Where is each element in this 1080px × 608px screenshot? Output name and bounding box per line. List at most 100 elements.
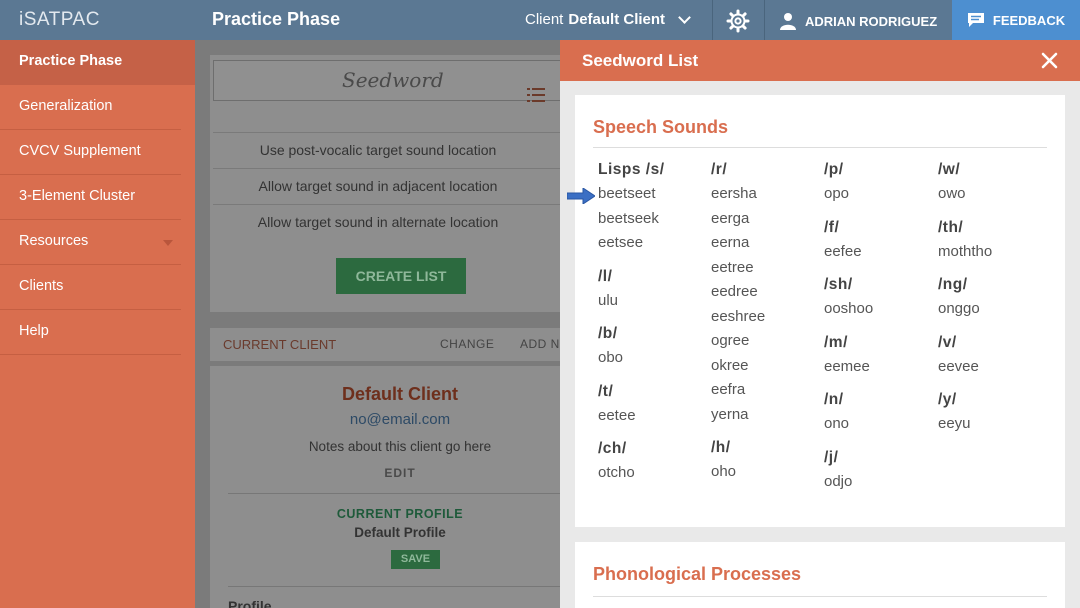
- sidebar: Practice Phase Generalization CVCV Suppl…: [0, 40, 195, 608]
- feedback-button[interactable]: FEEDBACK: [952, 0, 1080, 40]
- option-alternate-location[interactable]: Allow target sound in alternate location: [213, 204, 560, 240]
- page-title: Practice Phase: [212, 9, 341, 29]
- divider: [228, 586, 560, 587]
- sound-heading: /w/: [938, 161, 961, 178]
- seedword-link[interactable]: beetseet: [598, 185, 656, 202]
- client-name-label: Default Client: [568, 11, 666, 28]
- change-client-link[interactable]: CHANGE: [440, 337, 494, 351]
- sidebar-item-label: Practice Phase: [19, 53, 123, 69]
- option-post-vocalic[interactable]: Use post-vocalic target sound location: [213, 132, 560, 168]
- sidebar-item-label: CVCV Supplement: [19, 143, 141, 159]
- sidebar-item-clients[interactable]: Clients: [0, 265, 181, 310]
- sidebar-item-3-element-cluster[interactable]: 3-Element Cluster: [0, 175, 181, 220]
- profile-name: Default Profile: [354, 525, 446, 540]
- sound-heading: /v/: [938, 333, 957, 351]
- seedword-link[interactable]: eemee: [824, 358, 870, 375]
- seedword-link[interactable]: moththo: [938, 243, 992, 260]
- divider: [593, 596, 1047, 597]
- chat-icon: [967, 13, 984, 27]
- client-notes: Notes about this client go here: [308, 439, 492, 454]
- sound-heading: /j/: [824, 448, 839, 466]
- seedword-link[interactable]: ulu: [598, 292, 618, 309]
- client-selector[interactable]: Client Default Client: [525, 11, 691, 28]
- main-content-overlay: Seedword Use post-vocalic target sound l…: [195, 40, 560, 608]
- create-list-button[interactable]: CREATE LIST: [336, 258, 466, 294]
- user-name: ADRIAN RODRIGUEZ: [805, 13, 938, 29]
- profile-section-label: Profile: [228, 598, 272, 608]
- gear-icon[interactable]: [726, 9, 750, 33]
- divider: [228, 493, 560, 494]
- app-logo[interactable]: iSATPAC: [19, 9, 100, 31]
- sidebar-item-resources[interactable]: Resources: [0, 220, 181, 265]
- sidebar-item-label: Help: [19, 323, 49, 339]
- seedword-link[interactable]: eetree: [711, 259, 754, 276]
- seedword-link[interactable]: onggo: [938, 300, 980, 317]
- seedword-link[interactable]: eefra: [711, 381, 745, 398]
- seedword-link[interactable]: eerna: [711, 234, 749, 251]
- user-menu[interactable]: ADRIAN RODRIGUEZ: [779, 12, 937, 30]
- sound-heading: /p/: [824, 161, 844, 178]
- seedword-link[interactable]: okree: [711, 357, 749, 374]
- seedword-link[interactable]: oho: [711, 463, 736, 480]
- sound-heading: /th/: [938, 218, 964, 236]
- sidebar-item-label: Resources: [19, 233, 89, 249]
- speech-sounds-section: Speech Sounds Lisps /s/beetseet beetseek e…: [575, 95, 1065, 527]
- seedword-link[interactable]: eetsee: [598, 234, 643, 251]
- feedback-label: FEEDBACK: [992, 12, 1066, 28]
- seedword-link[interactable]: yerna: [711, 406, 749, 423]
- list-icon[interactable]: [527, 86, 545, 104]
- seedword-link[interactable]: odjo: [824, 473, 852, 490]
- sound-heading: /m/: [824, 333, 848, 351]
- save-profile-button[interactable]: SAVE: [391, 550, 440, 569]
- seedword-link[interactable]: eersha: [711, 185, 757, 202]
- current-client-label: CURRENT CLIENT: [223, 337, 337, 352]
- edit-client-button[interactable]: EDIT: [210, 466, 560, 480]
- sound-heading: /l/: [598, 267, 613, 285]
- client-card: Default Client no@email.com Notes about …: [210, 366, 560, 608]
- section-title: Phonological Processes: [593, 564, 802, 584]
- seedword-link[interactable]: owo: [938, 185, 966, 202]
- user-icon: [780, 13, 796, 30]
- phonological-processes-section: Phonological Processes: [575, 542, 1065, 608]
- seedword-link[interactable]: otcho: [598, 464, 635, 481]
- sound-heading: /t/: [598, 382, 614, 400]
- sidebar-item-label: 3-Element Cluster: [19, 188, 136, 204]
- close-icon[interactable]: [1041, 52, 1058, 69]
- sound-heading: /y/: [938, 391, 957, 408]
- seedword-link[interactable]: eeyu: [938, 415, 971, 432]
- seedword-link[interactable]: beetseek: [598, 210, 659, 227]
- seedword-link[interactable]: eerga: [711, 210, 749, 227]
- seedword-link[interactable]: ogree: [711, 332, 749, 349]
- caret-down-icon: [163, 240, 173, 246]
- seedword-link[interactable]: opo: [824, 185, 849, 202]
- seedword-link[interactable]: obo: [598, 349, 623, 366]
- seedword-link[interactable]: eeshree: [711, 308, 765, 325]
- sidebar-item-generalization[interactable]: Generalization: [0, 85, 181, 130]
- seedword-link[interactable]: ooshoo: [824, 300, 873, 317]
- sound-heading: /b/: [598, 325, 618, 342]
- sidebar-item-practice-phase[interactable]: Practice Phase: [0, 40, 195, 85]
- top-bar: iSATPAC Practice Phase Client Default Cl…: [0, 0, 1080, 40]
- divider: [593, 147, 1047, 148]
- pointer-arrow-icon: [567, 188, 595, 204]
- seedword-link[interactable]: ono: [824, 415, 849, 432]
- chevron-down-icon: [678, 11, 691, 24]
- panel-header: Seedword List: [560, 40, 1080, 81]
- sound-heading: /ng/: [938, 276, 968, 293]
- seedword-link[interactable]: eevee: [938, 358, 979, 375]
- sound-heading: /f/: [824, 218, 840, 236]
- seedword-link[interactable]: eefee: [824, 243, 862, 260]
- sound-heading: /sh/: [824, 276, 853, 293]
- sound-heading: /h/: [711, 439, 731, 456]
- add-new-client-link[interactable]: ADD N: [520, 337, 560, 351]
- sound-heading: /n/: [824, 391, 844, 408]
- seedword-link[interactable]: eetee: [598, 407, 636, 424]
- section-title: Speech Sounds: [593, 117, 729, 137]
- client-email[interactable]: no@email.com: [210, 411, 560, 428]
- divider: [712, 0, 713, 40]
- seedword-input[interactable]: Seedword: [213, 60, 560, 101]
- option-adjacent-location[interactable]: Allow target sound in adjacent location: [213, 168, 560, 204]
- sidebar-item-help[interactable]: Help: [0, 310, 181, 355]
- sidebar-item-cvcv-supplement[interactable]: CVCV Supplement: [0, 130, 181, 175]
- seedword-link[interactable]: eedree: [711, 283, 758, 300]
